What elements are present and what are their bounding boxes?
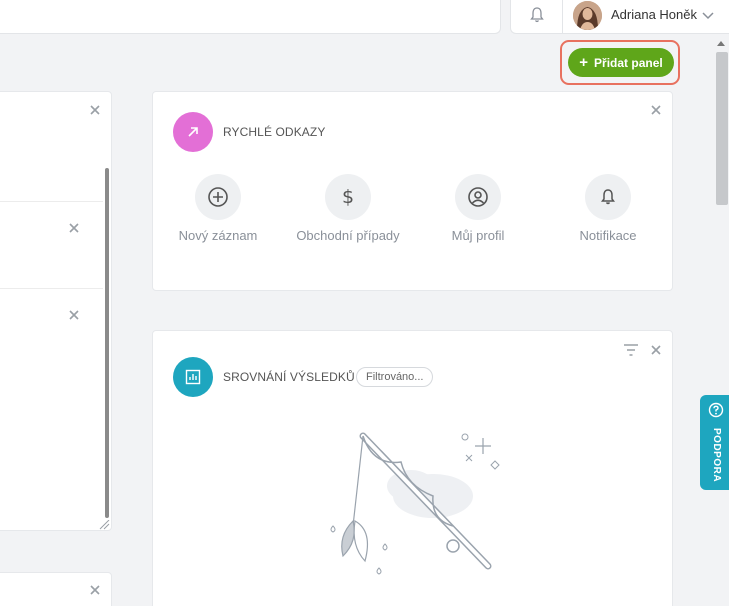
help-icon[interactable] (708, 402, 724, 418)
search-bar[interactable] (0, 0, 501, 34)
results-panel: SROVNÁNÍ VÝSLEDKŮ Filtrováno... (152, 330, 673, 606)
quick-links-panel: RYCHLÉ ODKAZY Nový záznam $ Obchodní pří… (152, 91, 673, 291)
resize-handle-icon[interactable] (99, 520, 111, 530)
page-scrollbar-thumb[interactable] (716, 52, 728, 205)
topbar-divider (562, 0, 563, 33)
quick-link-label: Obchodní případy (296, 228, 400, 243)
quick-link-new-record[interactable]: Nový záznam (153, 174, 283, 243)
filter-badge[interactable]: Filtrováno... (356, 367, 434, 387)
user-name[interactable]: Adriana Honěk (611, 7, 697, 22)
left-panel-scrollbar[interactable] (105, 168, 109, 518)
left-panel (0, 91, 112, 531)
user-circle-icon (455, 174, 501, 220)
dollar-icon: $ (325, 174, 371, 220)
quick-link-label: Notifikace (579, 228, 637, 243)
add-panel-label: Přidat panel (594, 55, 663, 70)
left-panel-bottom (0, 572, 112, 606)
left-panel-divider (0, 288, 103, 289)
bell-icon (585, 174, 631, 220)
avatar[interactable] (573, 1, 602, 30)
chevron-down-icon[interactable] (701, 8, 715, 22)
empty-state-illustration (330, 432, 500, 575)
quick-link-profile[interactable]: Můj profil (413, 174, 543, 243)
quick-link-label: Můj profil (451, 228, 505, 243)
bell-icon[interactable] (527, 5, 547, 25)
close-icon[interactable] (650, 104, 662, 116)
chart-icon (173, 357, 213, 397)
close-icon[interactable] (68, 309, 80, 321)
quick-link-label: Nový záznam (178, 228, 258, 243)
panel-title: SROVNÁNÍ VÝSLEDKŮ (223, 370, 355, 384)
panel-title: RYCHLÉ ODKAZY (223, 125, 326, 139)
plus-icon: + (579, 54, 589, 71)
close-icon[interactable] (68, 222, 80, 234)
close-icon[interactable] (650, 344, 662, 356)
close-icon[interactable] (89, 104, 101, 116)
quick-link-notifications[interactable]: Notifikace (543, 174, 673, 243)
support-label[interactable]: PODPORA (711, 428, 722, 482)
quick-link-deals[interactable]: $ Obchodní případy (283, 174, 413, 243)
filter-icon[interactable] (623, 343, 639, 357)
plus-circle-icon (195, 174, 241, 220)
left-panel-divider (0, 201, 103, 202)
scroll-up-arrow-icon[interactable] (717, 41, 725, 46)
arrow-up-right-icon (173, 112, 213, 152)
add-panel-button[interactable]: + Přidat panel (568, 48, 674, 77)
close-icon[interactable] (89, 584, 101, 596)
